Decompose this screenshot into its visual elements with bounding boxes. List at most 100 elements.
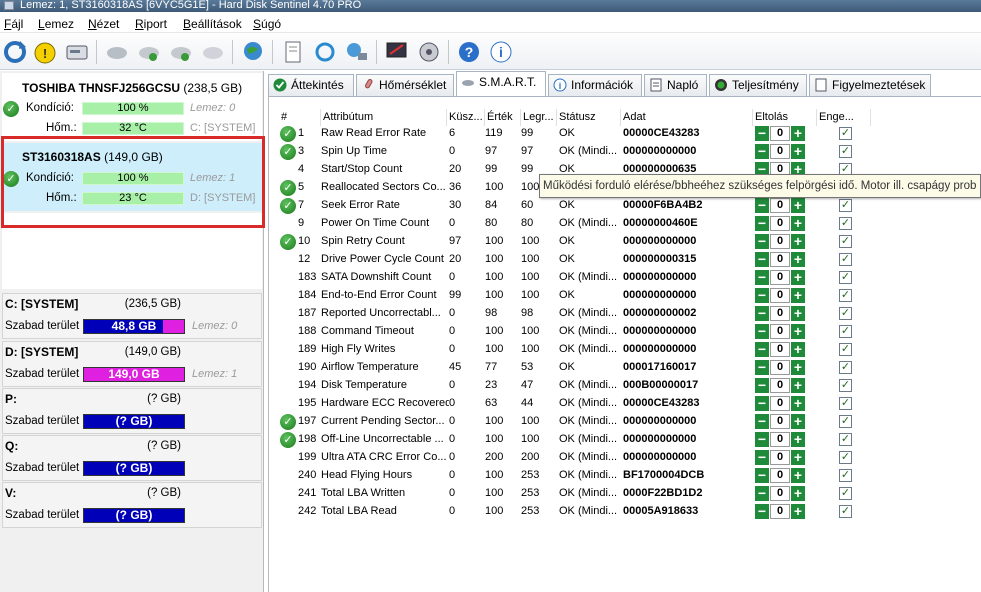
enabled-checkbox[interactable]: ✓ [839, 127, 852, 140]
minus-icon[interactable]: − [755, 270, 769, 285]
menu-settings[interactable]: Beállítások [183, 17, 242, 31]
offset-value[interactable]: 0 [770, 468, 790, 483]
table-row[interactable]: 195 Hardware ECC Recovered 0 63 44 OK (Mindi.… [279, 395, 879, 413]
disk-item-0[interactable]: TOSHIBA THNSFJ256GCSU (238,5 GB) ✓ Kondí… [2, 73, 262, 141]
offset-stepper[interactable]: −0+ [755, 468, 805, 483]
plus-icon[interactable]: + [791, 234, 805, 249]
menu-help[interactable]: Súgó [253, 17, 281, 31]
enabled-checkbox[interactable]: ✓ [839, 487, 852, 500]
minus-icon[interactable]: − [755, 342, 769, 357]
enabled-checkbox[interactable]: ✓ [839, 235, 852, 248]
minus-icon[interactable]: − [755, 144, 769, 159]
minus-icon[interactable]: − [755, 306, 769, 321]
offset-value[interactable]: 0 [770, 378, 790, 393]
menu-view[interactable]: Nézet [88, 17, 119, 31]
minus-icon[interactable]: − [755, 126, 769, 141]
enabled-checkbox[interactable]: ✓ [839, 415, 852, 428]
disk-drive-icon[interactable] [64, 39, 90, 65]
offset-value[interactable]: 0 [770, 198, 790, 213]
minus-icon[interactable]: − [755, 288, 769, 303]
offset-stepper[interactable]: −0+ [755, 252, 805, 267]
offset-stepper[interactable]: −0+ [755, 216, 805, 231]
plus-icon[interactable]: + [791, 360, 805, 375]
tab-smart[interactable]: S.M.A.R.T. [456, 71, 546, 97]
enabled-checkbox[interactable]: ✓ [839, 397, 852, 410]
offset-stepper[interactable]: −0+ [755, 234, 805, 249]
disk-tool-icon-4[interactable] [200, 39, 226, 65]
offset-stepper[interactable]: −0+ [755, 450, 805, 465]
offset-value[interactable]: 0 [770, 144, 790, 159]
minus-icon[interactable]: − [755, 396, 769, 411]
tab-overview[interactable]: Áttekintés [268, 74, 354, 96]
plus-icon[interactable]: + [791, 432, 805, 447]
header-threshold[interactable]: Küsz... [447, 109, 485, 126]
monitor-icon[interactable] [384, 39, 410, 65]
table-row[interactable]: 190 Airflow Temperature 45 77 53 OK 0000171600… [279, 359, 879, 377]
offset-value[interactable]: 0 [770, 216, 790, 231]
table-row[interactable]: 240 Head Flying Hours 0 100 253 OK (Mindi... B… [279, 467, 879, 485]
table-row[interactable]: ✓ 1 Raw Read Error Rate 6 119 99 OK 00000CE4328… [279, 125, 879, 143]
table-row[interactable]: 12 Drive Power Cycle Count 20 100 100 OK 00000… [279, 251, 879, 269]
enabled-checkbox[interactable]: ✓ [839, 379, 852, 392]
header-data[interactable]: Adat [621, 109, 753, 126]
minus-icon[interactable]: − [755, 360, 769, 375]
plus-icon[interactable]: + [791, 126, 805, 141]
offset-stepper[interactable]: −0+ [755, 396, 805, 411]
plus-icon[interactable]: + [791, 306, 805, 321]
volume-q[interactable]: Q: (? GB) Szabad terület (? GB) [2, 435, 262, 481]
tab-log[interactable]: Napló [644, 74, 707, 96]
table-row[interactable]: 183 SATA Downshift Count 0 100 100 OK (Mindi.… [279, 269, 879, 287]
offset-stepper[interactable]: −0+ [755, 270, 805, 285]
offset-stepper[interactable]: −0+ [755, 198, 805, 213]
table-row[interactable]: 241 Total LBA Written 0 100 253 OK (Mindi... 0… [279, 485, 879, 503]
menu-disk[interactable]: Lemez [38, 17, 74, 31]
plus-icon[interactable]: + [791, 270, 805, 285]
table-row[interactable]: 189 High Fly Writes 0 100 100 OK (Mindi... 000… [279, 341, 879, 359]
sound-icon[interactable] [416, 39, 442, 65]
minus-icon[interactable]: − [755, 414, 769, 429]
header-worst[interactable]: Legr... [521, 109, 557, 126]
minus-icon[interactable]: − [755, 216, 769, 231]
offset-stepper[interactable]: −0+ [755, 144, 805, 159]
plus-icon[interactable]: + [791, 486, 805, 501]
disk-tool-icon-1[interactable] [104, 39, 130, 65]
offset-stepper[interactable]: −0+ [755, 378, 805, 393]
plus-icon[interactable]: + [791, 468, 805, 483]
disk-tool-icon-3[interactable] [168, 39, 194, 65]
offset-stepper[interactable]: −0+ [755, 324, 805, 339]
offset-value[interactable]: 0 [770, 342, 790, 357]
info-icon[interactable]: i [488, 39, 514, 65]
plus-icon[interactable]: + [791, 252, 805, 267]
volume-p[interactable]: P: (? GB) Szabad terület (? GB) [2, 388, 262, 434]
offset-stepper[interactable]: −0+ [755, 504, 805, 519]
minus-icon[interactable]: − [755, 234, 769, 249]
minus-icon[interactable]: − [755, 486, 769, 501]
offset-stepper[interactable]: −0+ [755, 306, 805, 321]
table-row[interactable]: 199 Ultra ATA CRC Error Co... 0 200 200 OK (M… [279, 449, 879, 467]
offset-value[interactable]: 0 [770, 396, 790, 411]
offset-value[interactable]: 0 [770, 126, 790, 141]
enabled-checkbox[interactable]: ✓ [839, 289, 852, 302]
enabled-checkbox[interactable]: ✓ [839, 325, 852, 338]
minus-icon[interactable]: − [755, 252, 769, 267]
tab-information[interactable]: i Információk [548, 74, 642, 96]
table-row[interactable]: ✓ 198 Off-Line Uncorrectable ... 0 100 100 OK … [279, 431, 879, 449]
enabled-checkbox[interactable]: ✓ [839, 361, 852, 374]
enabled-checkbox[interactable]: ✓ [839, 253, 852, 266]
offset-value[interactable]: 0 [770, 234, 790, 249]
offset-stepper[interactable]: −0+ [755, 414, 805, 429]
table-row[interactable]: ✓ 7 Seek Error Rate 30 84 60 OK 00000F6BA4B2−0 +… [279, 197, 879, 215]
minus-icon[interactable]: − [755, 504, 769, 519]
offset-stepper[interactable]: −0+ [755, 342, 805, 357]
help-icon[interactable]: ? [456, 39, 482, 65]
minus-icon[interactable]: − [755, 324, 769, 339]
menu-report[interactable]: Riport [135, 17, 167, 31]
table-row[interactable]: 9 Power On Time Count 0 80 80 OK (Mindi... 000… [279, 215, 879, 233]
table-row[interactable]: ✓ 3 Spin Up Time 0 97 97 OK (Mindi... 000000000… [279, 143, 879, 161]
offset-value[interactable]: 0 [770, 324, 790, 339]
plus-icon[interactable]: + [791, 198, 805, 213]
volume-c[interactable]: C: [SYSTEM] (236,5 GB) Szabad terület 48… [2, 293, 262, 339]
table-row[interactable]: 187 Reported Uncorrectabl... 0 98 98 OK (Mind… [279, 305, 879, 323]
enabled-checkbox[interactable]: ✓ [839, 505, 852, 518]
enabled-checkbox[interactable]: ✓ [839, 451, 852, 464]
